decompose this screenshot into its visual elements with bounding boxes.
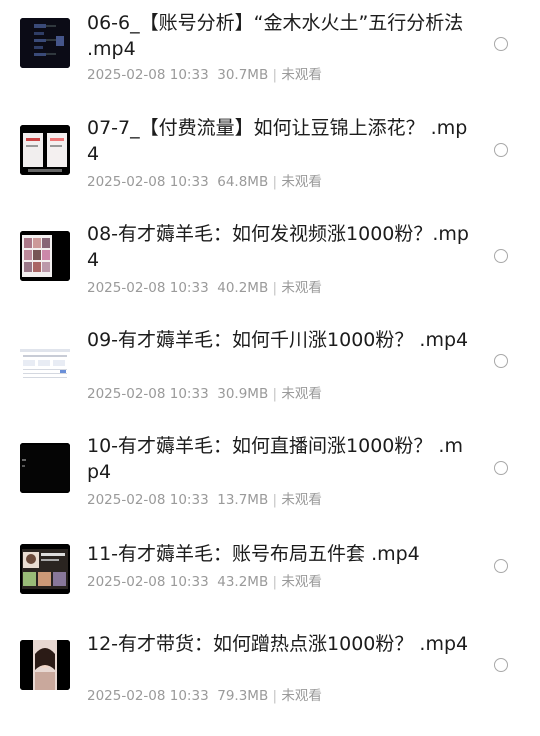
list-item[interactable]: 12-有才带货：如何蹭热点涨1000粉？ .mp4 2025-02-08 10:… xyxy=(0,619,540,736)
file-date: 2025-02-08 10:33 xyxy=(87,688,209,704)
video-thumbnail[interactable] xyxy=(20,231,70,281)
file-meta: 2025-02-08 10:33 79.3MB | 未观看 xyxy=(87,684,322,704)
video-thumbnail[interactable] xyxy=(20,544,70,594)
file-meta: 2025-02-08 10:33 43.2MB | 未观看 xyxy=(87,570,322,590)
list-item[interactable]: 06-6_【账号分析】“金木水火土”五行分析法 .mp4 2025-02-08 … xyxy=(0,0,540,105)
file-title[interactable]: 11-有才薅羊毛：账号布局五件套 .mp4 xyxy=(87,541,472,567)
file-title[interactable]: 06-6_【账号分析】“金木水火土”五行分析法 .mp4 xyxy=(87,10,472,62)
diagram-thumbnail-icon xyxy=(20,18,70,68)
dark-screen-thumbnail-icon xyxy=(20,443,70,493)
list-item[interactable]: 10-有才薅羊毛：如何直播间涨1000粉？ .mp4 2025-02-08 10… xyxy=(0,423,540,529)
file-date: 2025-02-08 10:33 xyxy=(87,574,209,590)
file-size: 43.2MB xyxy=(217,574,269,590)
meta-separator: | xyxy=(272,280,278,296)
file-title[interactable]: 12-有才带货：如何蹭热点涨1000粉？ .mp4 xyxy=(87,631,472,657)
watch-status: 未观看 xyxy=(281,492,322,508)
file-size: 13.7MB xyxy=(217,492,269,508)
file-date: 2025-02-08 10:33 xyxy=(87,67,209,83)
file-size: 30.7MB xyxy=(217,67,269,83)
video-thumbnail[interactable] xyxy=(20,337,70,387)
file-meta: 2025-02-08 10:33 30.7MB | 未观看 xyxy=(87,63,322,83)
select-radio[interactable] xyxy=(494,143,508,157)
file-meta: 2025-02-08 10:33 30.9MB | 未观看 xyxy=(87,382,322,402)
meta-separator: | xyxy=(272,386,278,402)
watch-status: 未观看 xyxy=(281,688,322,704)
portrait-thumbnail-icon xyxy=(20,640,70,690)
list-item[interactable]: 07-7_【付费流量】如何让豆锦上添花？ .mp4 2025-02-08 10:… xyxy=(0,105,540,211)
meta-separator: | xyxy=(272,492,278,508)
watch-status: 未观看 xyxy=(281,386,322,402)
profile-thumbnail-icon xyxy=(20,544,70,594)
file-meta: 2025-02-08 10:33 40.2MB | 未观看 xyxy=(87,276,322,296)
dashboard-thumbnail-icon xyxy=(20,337,70,387)
file-title[interactable]: 08-有才薅羊毛：如何发视频涨1000粉？.mp4 xyxy=(87,221,472,273)
file-title[interactable]: 07-7_【付费流量】如何让豆锦上添花？ .mp4 xyxy=(87,115,472,167)
file-date: 2025-02-08 10:33 xyxy=(87,280,209,296)
video-thumbnail[interactable] xyxy=(20,640,70,690)
file-title[interactable]: 09-有才薅羊毛：如何千川涨1000粉？ .mp4 xyxy=(87,327,472,353)
meta-separator: | xyxy=(272,67,278,83)
file-size: 79.3MB xyxy=(217,688,269,704)
file-date: 2025-02-08 10:33 xyxy=(87,492,209,508)
select-radio[interactable] xyxy=(494,559,508,573)
file-size: 64.8MB xyxy=(217,174,269,190)
file-title[interactable]: 10-有才薅羊毛：如何直播间涨1000粉？ .mp4 xyxy=(87,433,472,485)
watch-status: 未观看 xyxy=(281,280,322,296)
list-item[interactable]: 11-有才薅羊毛：账号布局五件套 .mp4 2025-02-08 10:33 4… xyxy=(0,529,540,619)
meta-separator: | xyxy=(272,574,278,590)
list-item[interactable]: 09-有才薅羊毛：如何千川涨1000粉？ .mp4 2025-02-08 10:… xyxy=(0,317,540,423)
meta-separator: | xyxy=(272,174,278,190)
file-meta: 2025-02-08 10:33 64.8MB | 未观看 xyxy=(87,170,322,190)
watch-status: 未观看 xyxy=(281,574,322,590)
video-thumbnail[interactable] xyxy=(20,18,70,68)
select-radio[interactable] xyxy=(494,37,508,51)
select-radio[interactable] xyxy=(494,354,508,368)
meta-separator: | xyxy=(272,688,278,704)
file-size: 30.9MB xyxy=(217,386,269,402)
list-item[interactable]: 08-有才薅羊毛：如何发视频涨1000粉？.mp4 2025-02-08 10:… xyxy=(0,211,540,317)
watch-status: 未观看 xyxy=(281,67,322,83)
file-date: 2025-02-08 10:33 xyxy=(87,174,209,190)
file-size: 40.2MB xyxy=(217,280,269,296)
video-thumbnail[interactable] xyxy=(20,125,70,175)
phone-screens-thumbnail-icon xyxy=(20,125,70,175)
video-grid-thumbnail-icon xyxy=(20,231,70,281)
file-date: 2025-02-08 10:33 xyxy=(87,386,209,402)
video-thumbnail[interactable] xyxy=(20,443,70,493)
select-radio[interactable] xyxy=(494,461,508,475)
select-radio[interactable] xyxy=(494,658,508,672)
file-meta: 2025-02-08 10:33 13.7MB | 未观看 xyxy=(87,488,322,508)
watch-status: 未观看 xyxy=(281,174,322,190)
select-radio[interactable] xyxy=(494,249,508,263)
